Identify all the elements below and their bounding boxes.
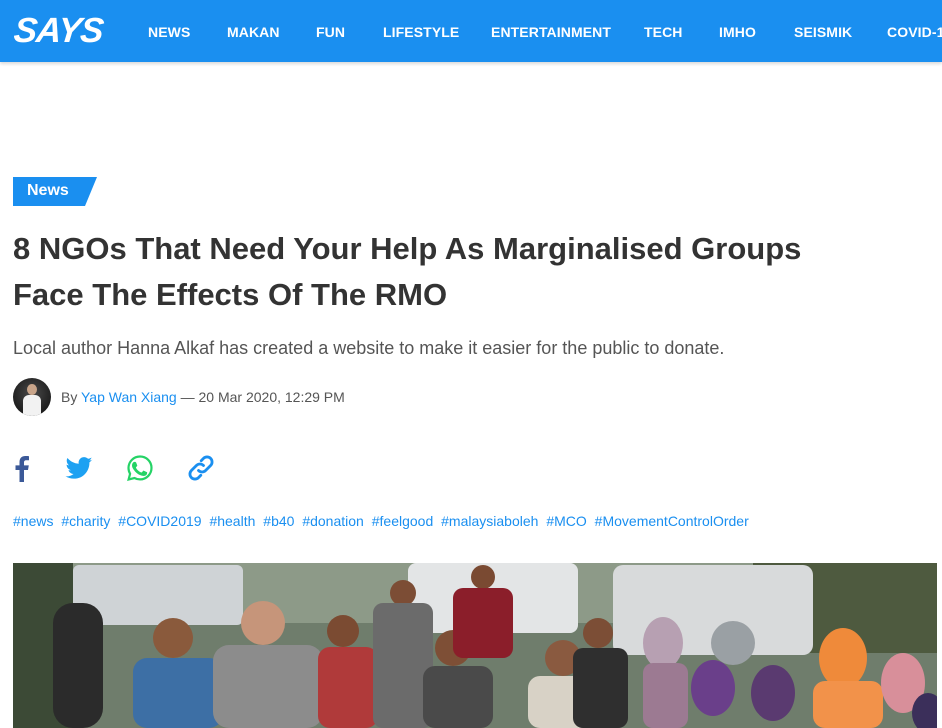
tag-list: #news #charity #COVID2019 #health #b40 #…: [13, 513, 753, 529]
copy-link-icon[interactable]: [185, 452, 217, 484]
whatsapp-icon[interactable]: [124, 452, 156, 484]
article-title: 8 NGOs That Need Your Help As Marginalis…: [13, 226, 913, 318]
nav-item-seismik[interactable]: SEISMIK: [794, 24, 852, 40]
top-navbar: SAYS NEWS MAKAN FUN LIFESTYLE ENTERTAINM…: [0, 0, 942, 62]
nav-item-tech[interactable]: TECH: [644, 24, 683, 40]
nav-item-fun[interactable]: FUN: [316, 24, 345, 40]
byline: By Yap Wan Xiang — 20 Mar 2020, 12:29 PM: [61, 389, 345, 405]
tag-covid2019[interactable]: #COVID2019: [118, 513, 201, 529]
tag-donation[interactable]: #donation: [302, 513, 364, 529]
article-title-line1: 8 NGOs That Need Your Help As Marginalis…: [13, 231, 802, 266]
tag-b40[interactable]: #b40: [263, 513, 294, 529]
publish-date: 20 Mar 2020, 12:29 PM: [198, 389, 345, 405]
author-link[interactable]: Yap Wan Xiang: [81, 389, 177, 405]
date-separator: —: [176, 389, 199, 405]
nav-item-news[interactable]: NEWS: [148, 24, 190, 40]
tag-movementcontrolorder[interactable]: #MovementControlOrder: [595, 513, 749, 529]
twitter-icon[interactable]: [63, 452, 95, 484]
says-logo[interactable]: SAYS: [12, 11, 105, 50]
category-label: News: [27, 182, 69, 199]
hero-image: [13, 563, 937, 728]
nav-item-makan[interactable]: MAKAN: [227, 24, 280, 40]
tag-feelgood[interactable]: #feelgood: [372, 513, 434, 529]
author-row: By Yap Wan Xiang — 20 Mar 2020, 12:29 PM: [13, 378, 613, 418]
article-subtitle: Local author Hanna Alkaf has created a w…: [13, 338, 725, 358]
author-avatar[interactable]: [13, 378, 51, 416]
tag-news[interactable]: #news: [13, 513, 53, 529]
category-badge[interactable]: News: [13, 177, 97, 206]
tag-malaysiaboleh[interactable]: #malaysiaboleh: [441, 513, 538, 529]
facebook-icon[interactable]: [6, 452, 38, 484]
byline-prefix: By: [61, 389, 78, 405]
nav-item-lifestyle[interactable]: LIFESTYLE: [383, 24, 459, 40]
tag-health[interactable]: #health: [209, 513, 255, 529]
nav-item-entertainment[interactable]: ENTERTAINMENT: [491, 24, 611, 40]
nav-item-imho[interactable]: IMHO: [719, 24, 756, 40]
article-title-line2: Face The Effects Of The RMO: [13, 277, 448, 312]
tag-mco[interactable]: #MCO: [546, 513, 586, 529]
nav-item-covid19[interactable]: COVID-19: [887, 24, 942, 40]
tag-charity[interactable]: #charity: [61, 513, 110, 529]
crowd-photo: [13, 563, 937, 728]
